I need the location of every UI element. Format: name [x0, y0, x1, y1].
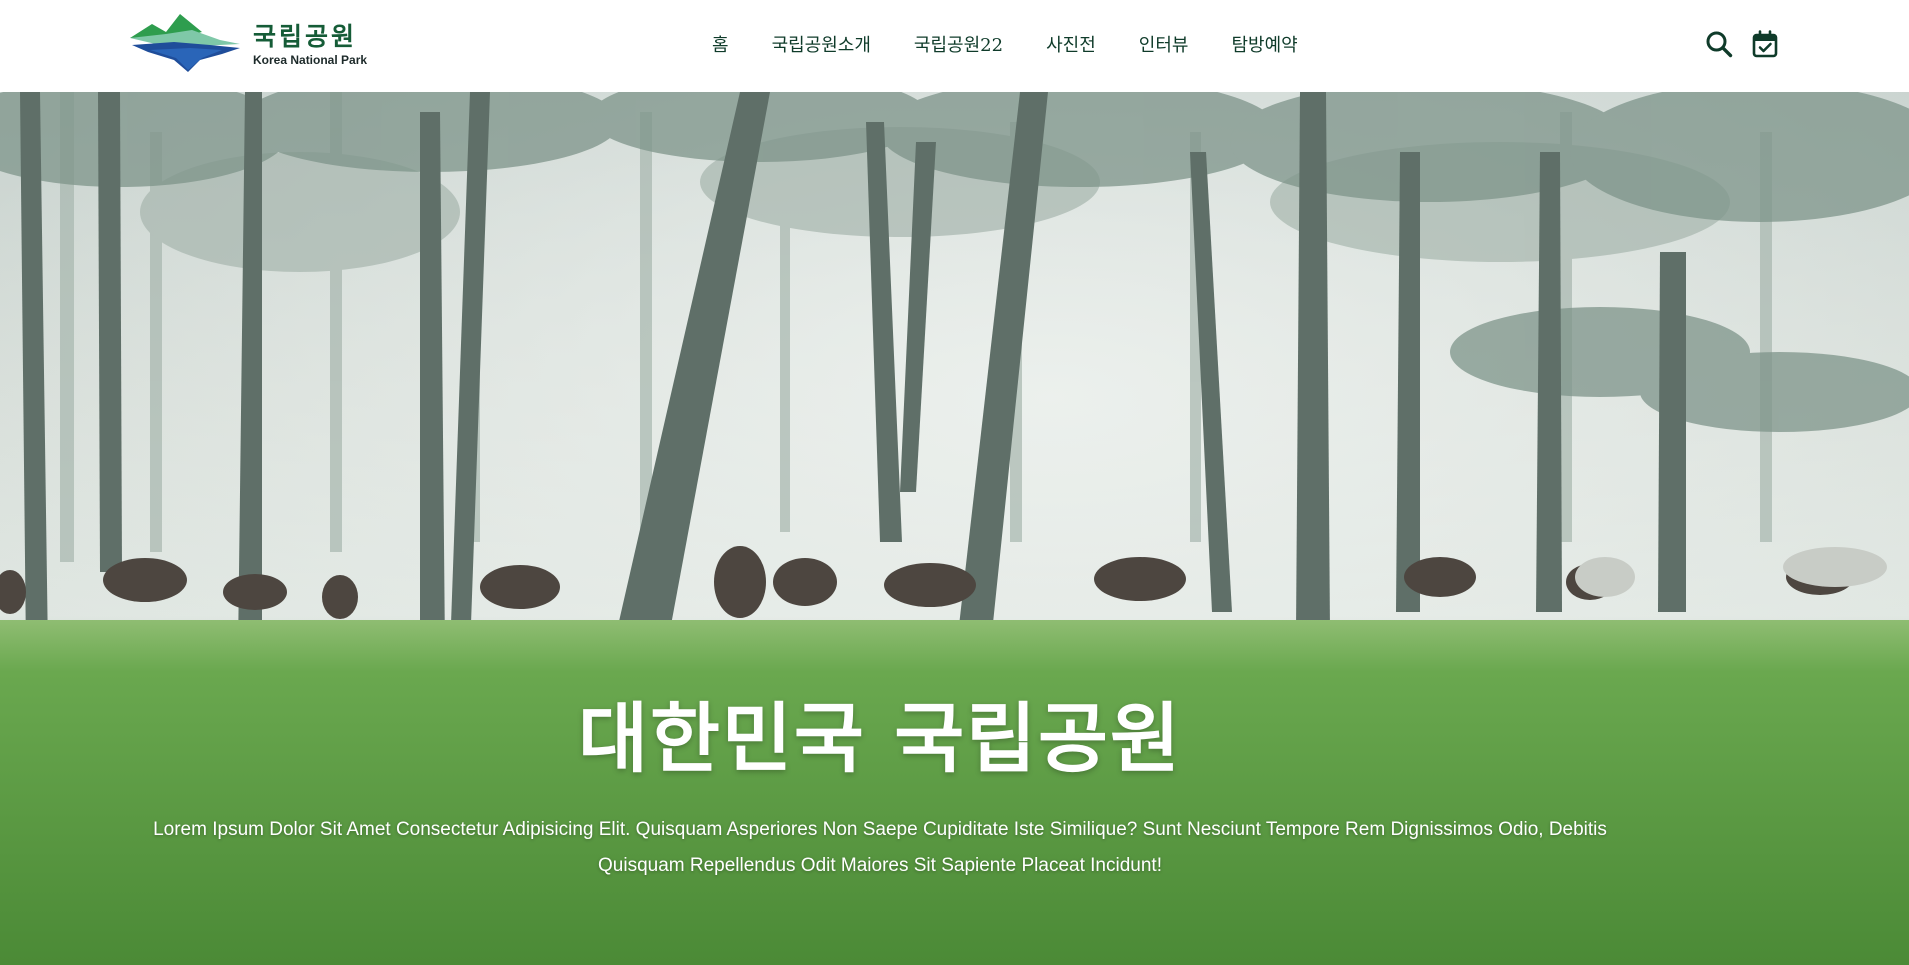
- nav-item-interview: 인터뷰: [1139, 32, 1189, 60]
- nav-item-photo-exhibition: 사진전: [1046, 32, 1096, 60]
- logo-title: 국립공원: [253, 22, 358, 51]
- hero-title: 대한민국 국립공원: [578, 694, 1182, 783]
- main-nav: 홈 국립공원소개 국립공원22 사진전 인터뷰 탐방예약: [712, 32, 1298, 60]
- nav-link-photo-exhibition[interactable]: 사진전: [1046, 35, 1096, 56]
- nav-link-interview[interactable]: 인터뷰: [1139, 35, 1189, 56]
- mountain-logo-icon: [130, 14, 240, 72]
- search-button[interactable]: [1704, 29, 1734, 59]
- nav-item-home: 홈: [712, 32, 729, 60]
- calendar-button[interactable]: [1750, 29, 1780, 59]
- search-icon: [1706, 31, 1733, 58]
- logo-subtitle: Korea National Park: [253, 53, 368, 67]
- calendar-check-icon: [1752, 30, 1778, 58]
- site-logo[interactable]: 국립공원 Korea National Park: [130, 12, 390, 76]
- nav-item-park-intro: 국립공원소개: [772, 32, 871, 60]
- nav-item-reservation: 탐방예약: [1231, 32, 1297, 60]
- nav-link-park-intro[interactable]: 국립공원소개: [772, 35, 871, 56]
- nav-link-parks-22[interactable]: 국립공원22: [914, 35, 1003, 56]
- nav-link-home[interactable]: 홈: [712, 35, 729, 56]
- site-header: 국립공원 Korea National Park 홈 국립공원소개 국립공원22…: [0, 0, 1909, 92]
- hero-description: Lorem Ipsum Dolor Sit Amet Consectetur A…: [153, 819, 1607, 876]
- hero-banner: 대한민국 국립공원 Lorem Ipsum Dolor Sit Amet Con…: [0, 92, 1909, 965]
- nav-link-reservation[interactable]: 탐방예약: [1231, 35, 1297, 56]
- nav-item-parks-22: 국립공원22: [914, 32, 1003, 60]
